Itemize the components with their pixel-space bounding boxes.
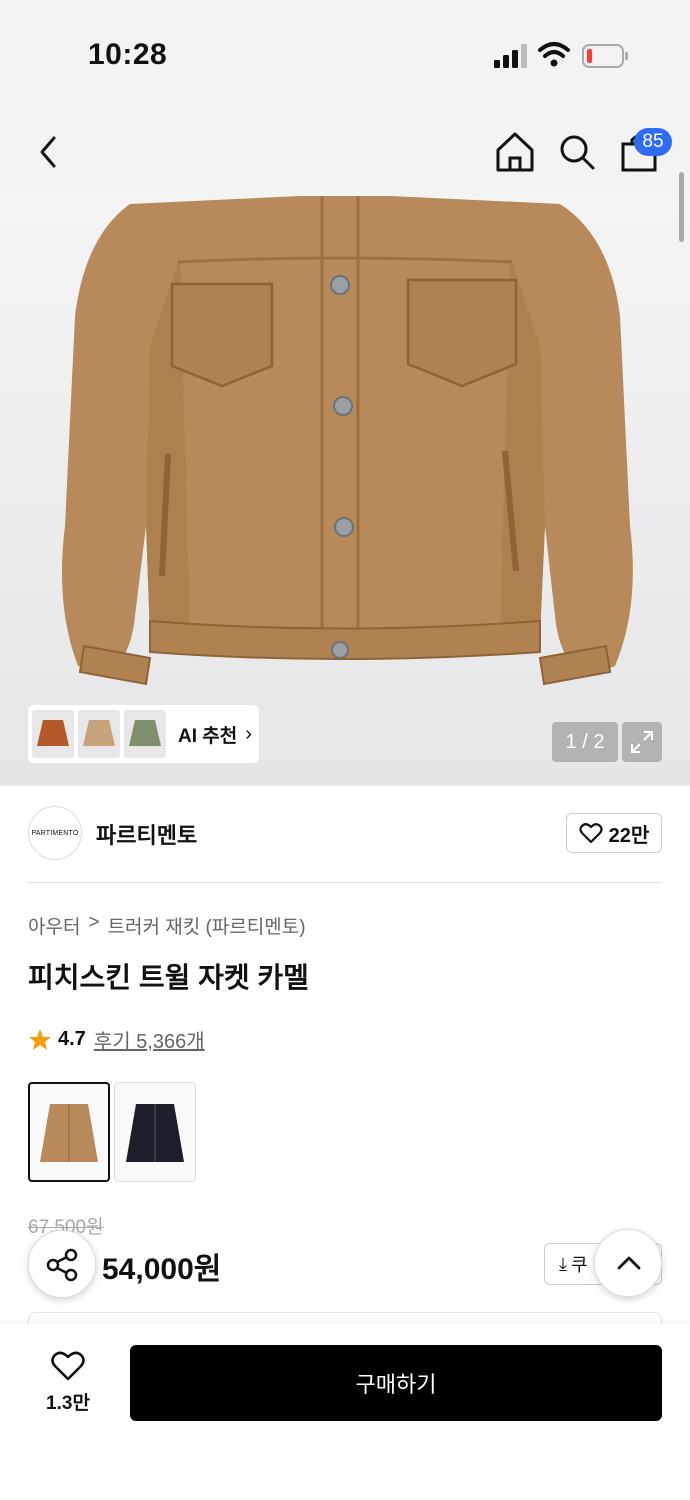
breadcrumb: 아우터 > 트러커 재킷 (파르티멘토) (28, 912, 306, 939)
wishlist-button[interactable]: 1.3만 (28, 1350, 108, 1415)
heart-icon (579, 823, 603, 844)
color-option-camel[interactable] (28, 1082, 110, 1182)
product-rating: 4.7 후기 5,366개 (28, 1025, 205, 1054)
breadcrumb-category[interactable]: 아우터 (28, 912, 80, 939)
status-bar: 10:28 (0, 0, 690, 108)
brand-logo[interactable]: PARTIMENTO (28, 806, 82, 860)
chevron-up-icon (617, 1256, 641, 1270)
expand-image-button[interactable] (622, 722, 662, 762)
status-time: 10:28 (88, 38, 168, 71)
star-icon (29, 1028, 51, 1050)
cart-count-badge: 85 (634, 128, 672, 156)
expand-icon (631, 731, 653, 753)
brand-like-button[interactable]: 22만 (566, 813, 662, 853)
top-navigation: 85 (0, 108, 690, 196)
chevron-right-icon: › (245, 722, 252, 745)
download-icon: ⤓ (559, 1253, 567, 1274)
product-image-jacket (61, 196, 633, 686)
ai-thumb-rust-jacket (32, 710, 74, 758)
ai-thumb-olive-jacket (124, 710, 166, 758)
cellular-signal-icon (494, 44, 527, 68)
sale-price: 54,000원 (102, 1253, 222, 1286)
ai-recommendation-chip[interactable]: AI 추천 › (28, 705, 259, 763)
coupon-label: 쿠 (570, 1255, 588, 1275)
share-icon (46, 1248, 78, 1282)
rating-score: 4.7 (58, 1028, 86, 1050)
search-icon[interactable] (556, 130, 598, 174)
breadcrumb-separator: > (88, 912, 100, 933)
page-scrollbar[interactable] (679, 172, 684, 242)
color-options (28, 1082, 196, 1182)
home-icon[interactable] (494, 130, 536, 174)
divider (28, 882, 662, 883)
buy-button[interactable]: 구매하기 (130, 1345, 662, 1421)
bottom-action-bar: 1.3만 구매하기 (0, 1324, 690, 1500)
breadcrumb-subcategory[interactable]: 트러커 재킷 (파르티멘토) (108, 912, 306, 939)
share-button[interactable] (28, 1230, 96, 1298)
product-title: 피치스킨 트윌 자켓 카멜 (28, 962, 309, 993)
review-count-link[interactable]: 후기 5,366개 (94, 1025, 205, 1054)
color-option-navy[interactable] (114, 1082, 196, 1182)
wishlist-count: 1.3만 (46, 1393, 90, 1414)
scroll-to-top-button[interactable] (594, 1229, 662, 1297)
image-counter: 1 / 2 (552, 722, 618, 762)
battery-low-icon (582, 44, 628, 68)
back-arrow-icon[interactable] (28, 128, 68, 176)
heart-icon (51, 1351, 85, 1381)
ai-recommendation-label: AI 추천 (178, 725, 238, 747)
product-image-gallery[interactable]: AI 추천 › 1 / 2 (0, 196, 690, 786)
ai-thumb-beige-jacket (78, 710, 120, 758)
brand-name[interactable]: 파르티멘토 (96, 818, 197, 850)
wifi-icon (538, 42, 570, 67)
brand-like-count: 22만 (608, 824, 650, 847)
